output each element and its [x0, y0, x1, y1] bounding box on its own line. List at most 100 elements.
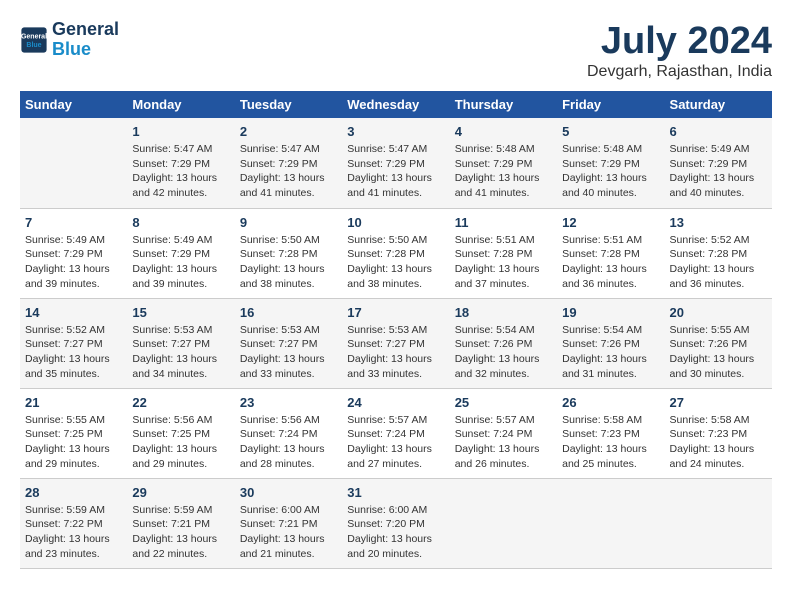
- calendar-cell: [557, 478, 664, 568]
- day-info: Sunrise: 5:52 AMSunset: 7:27 PMDaylight:…: [25, 323, 122, 382]
- day-info: Sunrise: 6:00 AMSunset: 7:20 PMDaylight:…: [347, 503, 444, 562]
- day-number: 25: [455, 395, 552, 410]
- day-number: 24: [347, 395, 444, 410]
- day-info: Sunrise: 5:57 AMSunset: 7:24 PMDaylight:…: [455, 413, 552, 472]
- day-number: 23: [240, 395, 337, 410]
- day-info: Sunrise: 5:49 AMSunset: 7:29 PMDaylight:…: [132, 233, 229, 292]
- subtitle: Devgarh, Rajasthan, India: [587, 63, 772, 81]
- day-info: Sunrise: 5:47 AMSunset: 7:29 PMDaylight:…: [240, 142, 337, 201]
- calendar-table: SundayMondayTuesdayWednesdayThursdayFrid…: [20, 91, 772, 569]
- day-info: Sunrise: 5:54 AMSunset: 7:26 PMDaylight:…: [562, 323, 659, 382]
- day-number: 11: [455, 215, 552, 230]
- calendar-week-row: 1Sunrise: 5:47 AMSunset: 7:29 PMDaylight…: [20, 118, 772, 208]
- calendar-cell: 17 Sunrise: 5:53 AMSunset: 7:27 PMDayligh…: [342, 298, 449, 388]
- day-info: Sunrise: 5:53 AMSunset: 7:27 PMDaylight:…: [132, 323, 229, 382]
- calendar-cell: 29 Sunrise: 5:59 AMSunset: 7:21 PMDayligh…: [127, 478, 234, 568]
- day-info: Sunrise: 5:49 AMSunset: 7:29 PMDaylight:…: [670, 142, 767, 201]
- day-number: 8: [132, 215, 229, 230]
- day-number: 9: [240, 215, 337, 230]
- day-number: 5: [562, 124, 659, 139]
- logo-icon: General Blue: [20, 26, 48, 54]
- day-number: 26: [562, 395, 659, 410]
- calendar-cell: 12 Sunrise: 5:51 AMSunset: 7:28 PMDayligh…: [557, 208, 664, 298]
- calendar-cell: 1Sunrise: 5:47 AMSunset: 7:29 PMDaylight…: [127, 118, 234, 208]
- day-info: Sunrise: 5:49 AMSunset: 7:29 PMDaylight:…: [25, 233, 122, 292]
- day-info: Sunrise: 5:53 AMSunset: 7:27 PMDaylight:…: [240, 323, 337, 382]
- day-number: 30: [240, 485, 337, 500]
- calendar-cell: 8 Sunrise: 5:49 AMSunset: 7:29 PMDaylight…: [127, 208, 234, 298]
- calendar-cell: 2 Sunrise: 5:47 AMSunset: 7:29 PMDaylight…: [235, 118, 342, 208]
- day-number: 2: [240, 124, 337, 139]
- calendar-cell: [450, 478, 557, 568]
- logo-text: General Blue: [52, 20, 119, 60]
- day-info: Sunrise: 5:56 AMSunset: 7:25 PMDaylight:…: [132, 413, 229, 472]
- calendar-cell: 9Sunrise: 5:50 AMSunset: 7:28 PMDaylight…: [235, 208, 342, 298]
- day-info: Sunrise: 5:51 AMSunset: 7:28 PMDaylight:…: [562, 233, 659, 292]
- day-number: 12: [562, 215, 659, 230]
- day-info: Sunrise: 5:51 AMSunset: 7:28 PMDaylight:…: [455, 233, 552, 292]
- day-info: Sunrise: 5:48 AMSunset: 7:29 PMDaylight:…: [455, 142, 552, 201]
- day-number: 15: [132, 305, 229, 320]
- header-wednesday: Wednesday: [342, 91, 449, 118]
- header-sunday: Sunday: [20, 91, 127, 118]
- day-info: Sunrise: 5:50 AMSunset: 7:28 PMDaylight:…: [347, 233, 444, 292]
- calendar-cell: [665, 478, 772, 568]
- calendar-cell: 21 Sunrise: 5:55 AMSunset: 7:25 PMDayligh…: [20, 388, 127, 478]
- calendar-cell: 28 Sunrise: 5:59 AMSunset: 7:22 PMDayligh…: [20, 478, 127, 568]
- calendar-cell: 19Sunrise: 5:54 AMSunset: 7:26 PMDayligh…: [557, 298, 664, 388]
- calendar-cell: 26 Sunrise: 5:58 AMSunset: 7:23 PMDayligh…: [557, 388, 664, 478]
- title-area: July 2024 Devgarh, Rajasthan, India: [587, 20, 772, 81]
- day-number: 7: [25, 215, 122, 230]
- calendar-cell: 23 Sunrise: 5:56 AMSunset: 7:24 PMDayligh…: [235, 388, 342, 478]
- header-saturday: Saturday: [665, 91, 772, 118]
- logo: General Blue General Blue: [20, 20, 119, 60]
- day-info: Sunrise: 5:47 AMSunset: 7:29 PMDaylight:…: [132, 142, 229, 201]
- main-title: July 2024: [587, 20, 772, 63]
- page-header: General Blue General Blue July 2024 Devg…: [20, 20, 772, 81]
- day-info: Sunrise: 5:59 AMSunset: 7:21 PMDaylight:…: [132, 503, 229, 562]
- day-number: 10: [347, 215, 444, 230]
- calendar-cell: 16 Sunrise: 5:53 AMSunset: 7:27 PMDayligh…: [235, 298, 342, 388]
- day-info: Sunrise: 6:00 AMSunset: 7:21 PMDaylight:…: [240, 503, 337, 562]
- day-number: 3: [347, 124, 444, 139]
- day-number: 13: [670, 215, 767, 230]
- day-info: Sunrise: 5:56 AMSunset: 7:24 PMDaylight:…: [240, 413, 337, 472]
- day-info: Sunrise: 5:55 AMSunset: 7:26 PMDaylight:…: [670, 323, 767, 382]
- header-monday: Monday: [127, 91, 234, 118]
- day-number: 27: [670, 395, 767, 410]
- calendar-cell: 20Sunrise: 5:55 AMSunset: 7:26 PMDayligh…: [665, 298, 772, 388]
- calendar-cell: 31Sunrise: 6:00 AMSunset: 7:20 PMDayligh…: [342, 478, 449, 568]
- day-info: Sunrise: 5:57 AMSunset: 7:24 PMDaylight:…: [347, 413, 444, 472]
- calendar-cell: 14 Sunrise: 5:52 AMSunset: 7:27 PMDayligh…: [20, 298, 127, 388]
- calendar-cell: 18Sunrise: 5:54 AMSunset: 7:26 PMDayligh…: [450, 298, 557, 388]
- calendar-cell: 27 Sunrise: 5:58 AMSunset: 7:23 PMDayligh…: [665, 388, 772, 478]
- calendar-week-row: 14 Sunrise: 5:52 AMSunset: 7:27 PMDayligh…: [20, 298, 772, 388]
- calendar-cell: 4 Sunrise: 5:48 AMSunset: 7:29 PMDaylight…: [450, 118, 557, 208]
- calendar-cell: 25 Sunrise: 5:57 AMSunset: 7:24 PMDayligh…: [450, 388, 557, 478]
- day-number: 16: [240, 305, 337, 320]
- day-info: Sunrise: 5:58 AMSunset: 7:23 PMDaylight:…: [562, 413, 659, 472]
- day-info: Sunrise: 5:53 AMSunset: 7:27 PMDaylight:…: [347, 323, 444, 382]
- calendar-cell: 30 Sunrise: 6:00 AMSunset: 7:21 PMDayligh…: [235, 478, 342, 568]
- calendar-cell: 22Sunrise: 5:56 AMSunset: 7:25 PMDayligh…: [127, 388, 234, 478]
- svg-text:Blue: Blue: [26, 42, 41, 49]
- day-number: 17: [347, 305, 444, 320]
- day-number: 21: [25, 395, 122, 410]
- day-number: 28: [25, 485, 122, 500]
- day-info: Sunrise: 5:55 AMSunset: 7:25 PMDaylight:…: [25, 413, 122, 472]
- day-info: Sunrise: 5:59 AMSunset: 7:22 PMDaylight:…: [25, 503, 122, 562]
- calendar-cell: 6Sunrise: 5:49 AMSunset: 7:29 PMDaylight…: [665, 118, 772, 208]
- calendar-cell: 7 Sunrise: 5:49 AMSunset: 7:29 PMDaylight…: [20, 208, 127, 298]
- calendar-header-row: SundayMondayTuesdayWednesdayThursdayFrid…: [20, 91, 772, 118]
- calendar-cell: 11 Sunrise: 5:51 AMSunset: 7:28 PMDayligh…: [450, 208, 557, 298]
- header-friday: Friday: [557, 91, 664, 118]
- day-info: Sunrise: 5:52 AMSunset: 7:28 PMDaylight:…: [670, 233, 767, 292]
- svg-text:General: General: [21, 33, 47, 40]
- day-info: Sunrise: 5:48 AMSunset: 7:29 PMDaylight:…: [562, 142, 659, 201]
- calendar-cell: 10 Sunrise: 5:50 AMSunset: 7:28 PMDayligh…: [342, 208, 449, 298]
- day-info: Sunrise: 5:54 AMSunset: 7:26 PMDaylight:…: [455, 323, 552, 382]
- day-number: 29: [132, 485, 229, 500]
- day-info: Sunrise: 5:58 AMSunset: 7:23 PMDaylight:…: [670, 413, 767, 472]
- day-number: 14: [25, 305, 122, 320]
- day-number: 4: [455, 124, 552, 139]
